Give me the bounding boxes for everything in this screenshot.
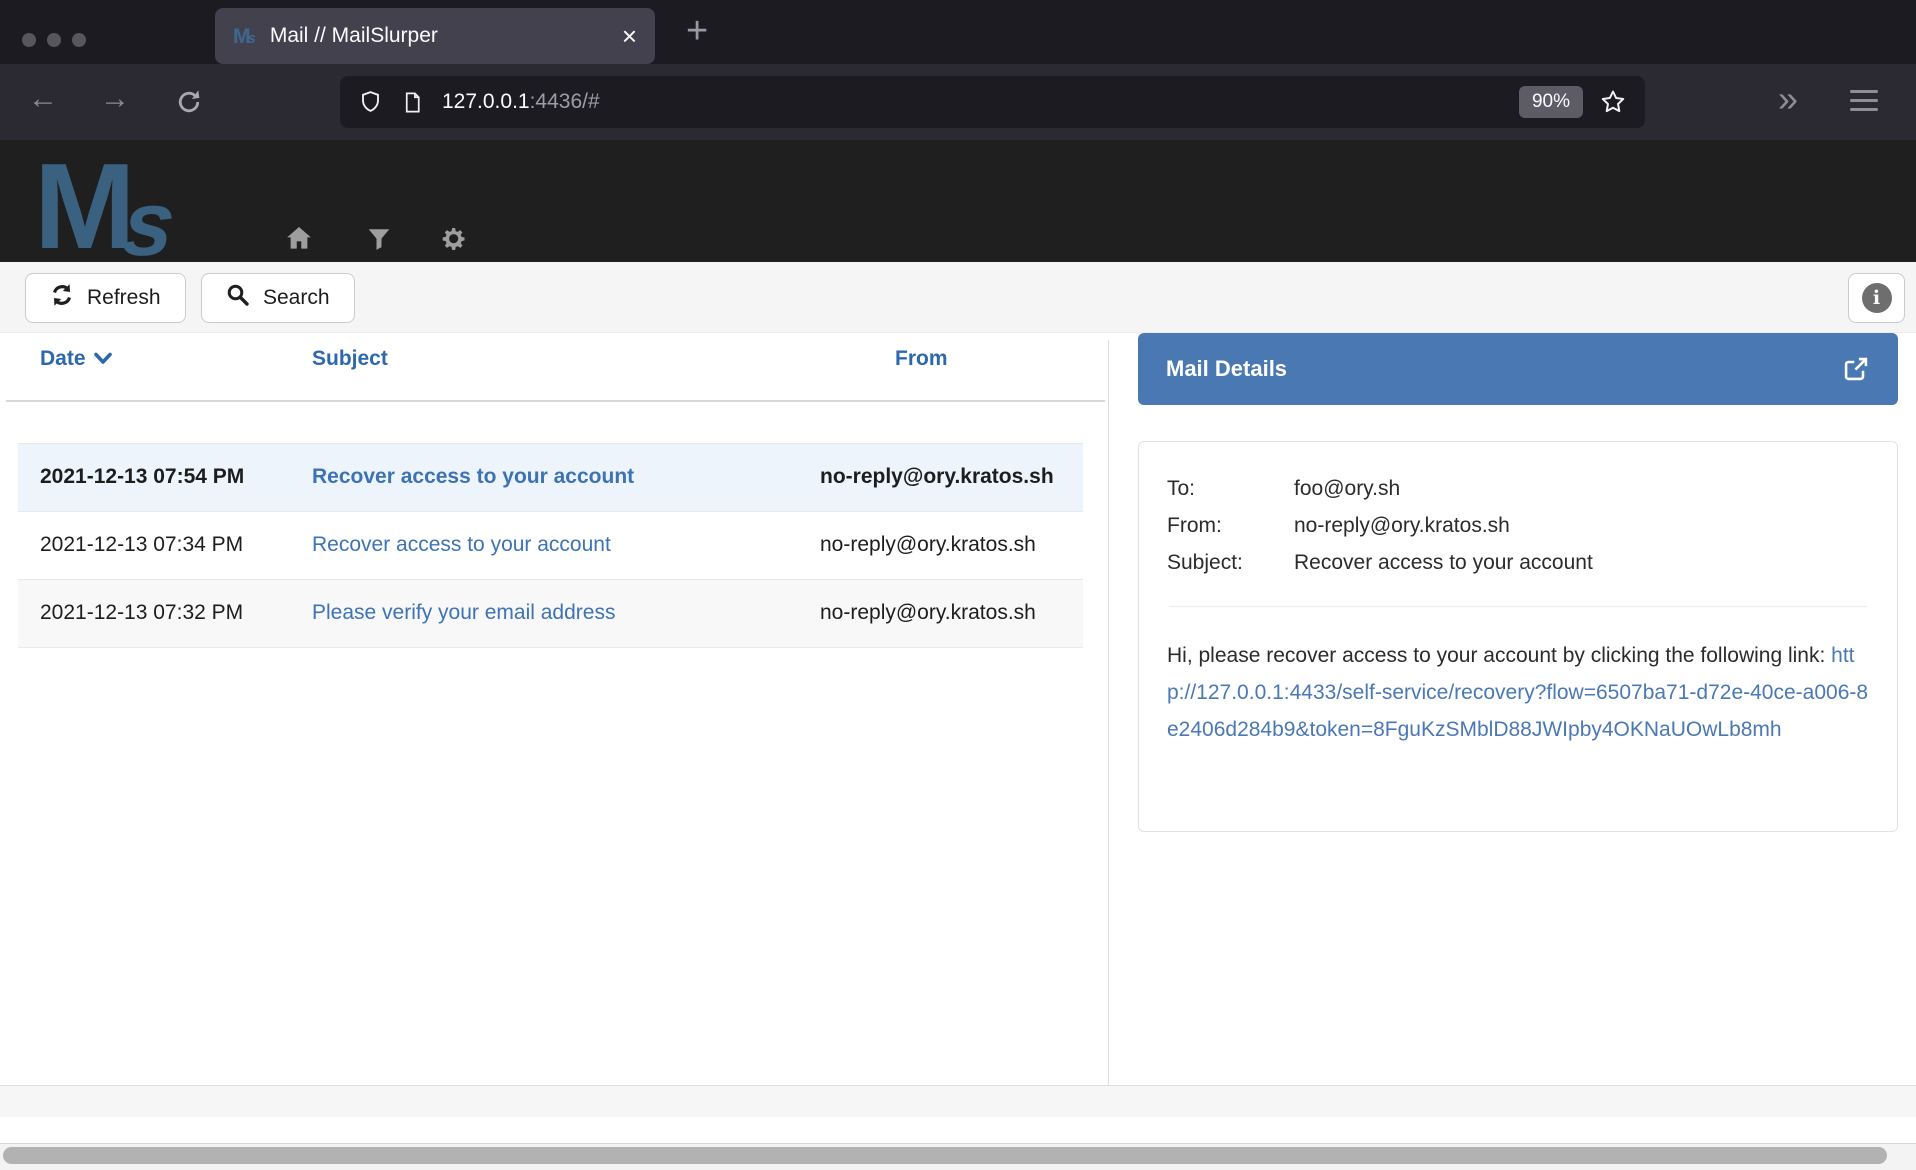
mail-from: no-reply@ory.kratos.sh xyxy=(798,595,1083,631)
from-value: no-reply@ory.kratos.sh xyxy=(1294,507,1510,544)
column-header-date[interactable]: Date xyxy=(18,347,290,371)
info-button[interactable]: i xyxy=(1848,273,1905,323)
column-header-from[interactable]: From xyxy=(798,347,1083,371)
bookmark-star-icon[interactable] xyxy=(1599,88,1627,116)
mail-list: 2021-12-13 07:54 PM Recover access to yo… xyxy=(18,443,1083,648)
refresh-button-label: Refresh xyxy=(87,286,161,310)
refresh-icon xyxy=(50,283,74,313)
menu-icon[interactable] xyxy=(1850,90,1878,117)
forward-icon[interactable]: → xyxy=(100,82,130,116)
tab-close-icon[interactable]: × xyxy=(622,23,637,49)
screen: Ms Mail // MailSlurper × + ← → 127.0.0.1… xyxy=(0,0,1916,1170)
toolbar-overflow-icon[interactable]: » xyxy=(1778,78,1798,120)
mail-date: 2021-12-13 07:34 PM xyxy=(18,527,290,563)
header-divider xyxy=(6,400,1105,402)
tab-title: Mail // MailSlurper xyxy=(270,24,438,48)
url-host: 127.0.0.1 xyxy=(442,90,530,113)
refresh-button[interactable]: Refresh xyxy=(25,273,186,323)
subject-label: Subject: xyxy=(1167,544,1294,581)
back-icon[interactable]: ← xyxy=(28,82,58,116)
search-button[interactable]: Search xyxy=(201,273,355,323)
window-controls[interactable] xyxy=(22,33,86,47)
gear-icon[interactable] xyxy=(440,225,468,258)
field-subject: Subject: Recover access to your account xyxy=(1167,544,1869,581)
subject-value: Recover access to your account xyxy=(1294,544,1593,581)
mail-list-header: Date Subject From xyxy=(18,347,1083,371)
new-tab-button[interactable]: + xyxy=(686,10,708,53)
external-link-icon[interactable] xyxy=(1842,355,1870,383)
field-to: To: foo@ory.sh xyxy=(1167,470,1869,507)
app-navbar: Ms xyxy=(0,140,1916,262)
mail-date: 2021-12-13 07:32 PM xyxy=(18,595,290,631)
tab-favicon-icon: Ms xyxy=(233,26,256,47)
mail-subject: Recover access to your account xyxy=(290,459,798,495)
to-value: foo@ory.sh xyxy=(1294,470,1400,507)
mail-date: 2021-12-13 07:54 PM xyxy=(18,459,290,495)
mail-subject-link[interactable]: Recover access to your account xyxy=(312,465,634,488)
window-dot-icon[interactable] xyxy=(47,33,61,47)
filter-icon[interactable] xyxy=(366,226,392,257)
url-port-path: :4436/# xyxy=(530,90,600,113)
mail-subject: Please verify your email address xyxy=(290,595,798,631)
home-icon[interactable] xyxy=(283,223,315,258)
window-dot-icon[interactable] xyxy=(22,33,36,47)
bottom-band xyxy=(0,1085,1916,1117)
search-icon xyxy=(226,283,250,313)
table-row[interactable]: 2021-12-13 07:34 PM Recover access to yo… xyxy=(18,511,1083,579)
shield-icon[interactable] xyxy=(358,89,383,115)
zoom-level-badge[interactable]: 90% xyxy=(1519,86,1583,118)
sort-chevron-down-icon xyxy=(94,347,112,371)
mailslurper-logo[interactable]: Ms xyxy=(34,140,174,262)
horizontal-scrollbar-thumb[interactable] xyxy=(3,1147,1887,1164)
from-label: From: xyxy=(1167,507,1294,544)
browser-tab[interactable]: Ms Mail // MailSlurper × xyxy=(215,8,655,64)
mail-from: no-reply@ory.kratos.sh xyxy=(798,527,1083,563)
to-label: To: xyxy=(1167,470,1294,507)
browser-tabstrip: Ms Mail // MailSlurper × + xyxy=(0,0,1916,64)
panel-divider xyxy=(1108,340,1109,1117)
browser-toolbar: ← → 127.0.0.1:4436/# 90% » xyxy=(0,64,1916,140)
table-row[interactable]: 2021-12-13 07:32 PM Please verify your e… xyxy=(18,579,1083,648)
reload-icon[interactable] xyxy=(175,88,203,121)
mail-body-text: Hi, please recover access to your accoun… xyxy=(1167,644,1831,667)
url-text[interactable]: 127.0.0.1:4436/# xyxy=(442,90,600,114)
search-button-label: Search xyxy=(263,286,330,310)
page-icon[interactable] xyxy=(401,90,424,115)
mail-details-header: Mail Details xyxy=(1138,333,1898,405)
url-bar[interactable]: 127.0.0.1:4436/# 90% xyxy=(340,76,1645,128)
window-dot-icon[interactable] xyxy=(72,33,86,47)
table-row[interactable]: 2021-12-13 07:54 PM Recover access to yo… xyxy=(18,443,1083,511)
info-icon: i xyxy=(1862,283,1892,313)
mail-subject-link[interactable]: Recover access to your account xyxy=(312,533,611,556)
action-bar: Refresh Search i xyxy=(0,262,1916,333)
mail-details-title: Mail Details xyxy=(1166,356,1287,382)
mail-details-card: To: foo@ory.sh From: no-reply@ory.kratos… xyxy=(1138,441,1898,832)
column-header-subject[interactable]: Subject xyxy=(290,347,798,371)
details-divider xyxy=(1169,606,1867,607)
mail-subject-link[interactable]: Please verify your email address xyxy=(312,601,615,624)
mail-subject: Recover access to your account xyxy=(290,527,798,563)
field-from: From: no-reply@ory.kratos.sh xyxy=(1167,507,1869,544)
mail-body: Hi, please recover access to your accoun… xyxy=(1167,637,1869,748)
mail-from: no-reply@ory.kratos.sh xyxy=(798,459,1083,495)
